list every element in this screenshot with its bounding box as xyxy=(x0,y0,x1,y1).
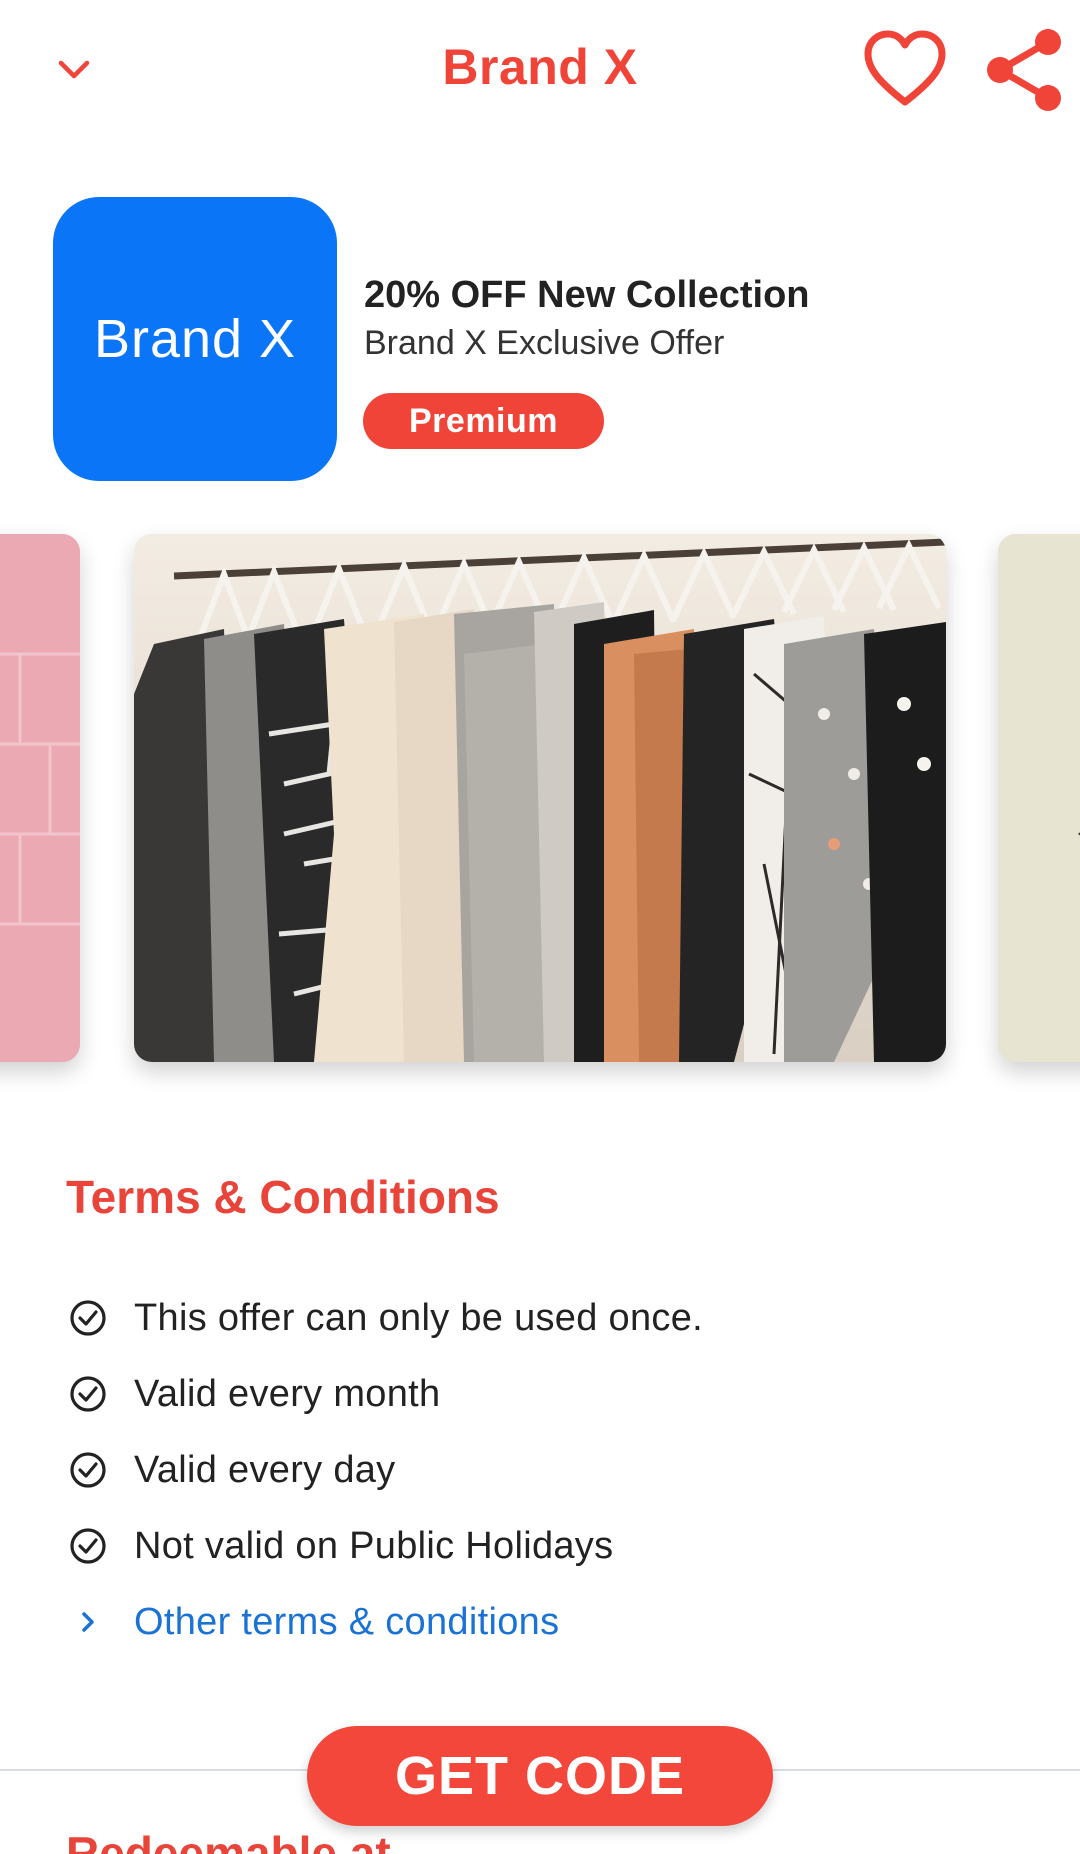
carousel-slide-next[interactable] xyxy=(998,534,1080,1062)
other-terms-link[interactable]: Other terms & conditions xyxy=(66,1584,1016,1660)
carousel-slide-clothing-rack[interactable] xyxy=(134,534,946,1062)
carousel-slide-prev[interactable] xyxy=(0,534,80,1062)
list-item: This offer can only be used once. xyxy=(66,1280,1016,1356)
list-item: Valid every day xyxy=(66,1432,1016,1508)
brand-logo: Brand X xyxy=(53,197,337,481)
term-text: Not valid on Public Holidays xyxy=(134,1524,614,1567)
brand-logo-text: Brand X xyxy=(93,309,297,369)
check-circle-icon xyxy=(70,1376,106,1412)
term-text: Valid every month xyxy=(134,1372,441,1415)
check-circle-icon xyxy=(70,1300,106,1336)
terms-title: Terms & Conditions xyxy=(66,1171,500,1223)
premium-badge: Premium xyxy=(363,393,604,449)
other-terms-label[interactable]: Other terms & conditions xyxy=(134,1601,559,1644)
redeemable-title: Redeemable at xyxy=(66,1827,391,1854)
offer-title: 20% OFF New Collection xyxy=(364,274,810,316)
get-code-button[interactable]: GET CODE xyxy=(307,1726,773,1826)
check-circle-icon xyxy=(70,1528,106,1564)
image-carousel[interactable] xyxy=(0,530,1080,1070)
heart-outline-icon[interactable] xyxy=(862,30,948,110)
list-item: Valid every month xyxy=(66,1356,1016,1432)
chevron-right-icon xyxy=(68,1602,108,1642)
term-text: Valid every day xyxy=(134,1448,396,1491)
app-header: Brand X xyxy=(0,0,1080,140)
check-circle-icon xyxy=(70,1452,106,1488)
terms-list: This offer can only be used once. Valid … xyxy=(66,1280,1016,1660)
list-item: Not valid on Public Holidays xyxy=(66,1508,1016,1584)
share-icon[interactable] xyxy=(982,26,1066,114)
offer-subtitle: Brand X Exclusive Offer xyxy=(364,324,725,362)
offer-detail-screen: Brand X Brand X 20% OFF New Collection B… xyxy=(0,0,1080,1854)
term-text: This offer can only be used once. xyxy=(134,1296,703,1339)
